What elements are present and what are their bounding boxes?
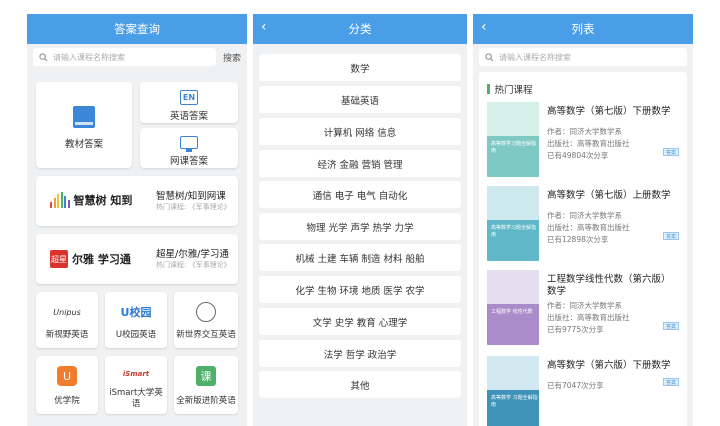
category-header: ‹ 分类 xyxy=(253,14,467,44)
app-tile[interactable]: U 优学院 xyxy=(36,356,98,414)
course-author: 作者：同济大学数学系 xyxy=(547,211,622,220)
seal-icon xyxy=(196,302,216,322)
category-item[interactable]: 其他 xyxy=(259,371,461,398)
course-title: 高等数学（第七版）上册数学 xyxy=(547,190,671,201)
category-item[interactable]: 化学 生物 环境 地质 医学 农学 xyxy=(259,276,461,303)
course-item[interactable]: 高等数学习题全解指南 高等数学（第七版）下册数学 作者：同济大学数学系 出版社：… xyxy=(487,102,683,180)
course-title: 高等数学（第六版）下册数学 xyxy=(547,360,671,371)
category-item[interactable]: 物理 光学 声学 热学 力学 xyxy=(259,213,461,240)
section-marker xyxy=(487,84,490,94)
book-icon xyxy=(73,106,95,128)
app-label: 全新版进阶英语 xyxy=(176,396,236,406)
hot-courses-card: 热门课程 高等数学习题全解指南 高等数学（第七版）下册数学 作者：同济大学数学系… xyxy=(479,72,687,426)
unipus-icon: Unipus xyxy=(53,308,81,317)
app-label: iSmart大学英语 xyxy=(109,388,163,409)
search-placeholder: 请输入课程名称搜索 xyxy=(53,52,125,62)
course-shares: 已有7047次分享 xyxy=(547,381,604,390)
book-cover: 高等数学习题全解指南 xyxy=(487,102,539,177)
course-author: 作者：同济大学数学系 xyxy=(547,127,622,136)
ke-icon: 课 xyxy=(196,366,216,386)
search-button[interactable]: 搜索 xyxy=(223,51,241,64)
zhihuishu-logo: 智慧树 知到 xyxy=(50,192,132,208)
app-label: 新世界交互英语 xyxy=(176,330,236,340)
course-item[interactable]: 高等数学习题全解指南 高等数学（第七版）上册数学 作者：同济大学数学系 出版社：… xyxy=(487,186,683,264)
textbook-answer-tile[interactable]: 教材答案 xyxy=(36,82,132,168)
course-shares: 已有49804次分享 xyxy=(547,151,609,160)
category-item[interactable]: 经济 金融 营销 管理 xyxy=(259,150,461,177)
search-input[interactable]: 请输入课程名称搜索 xyxy=(33,48,216,66)
answer-query-panel: 答案查询 请输入课程名称搜索 搜索 教材答案 EN 英语答案 网课答案 智慧树 … xyxy=(27,14,247,426)
course-title: 高等数学（第七版）下册数学 xyxy=(547,106,671,117)
app-tile[interactable]: iSmart iSmart大学英语 xyxy=(105,356,167,414)
category-item[interactable]: 文学 史学 教育 心理学 xyxy=(259,308,461,335)
course-publisher: 出版社：高等教育出版社 xyxy=(547,223,630,232)
u-campus-icon: U校园 xyxy=(120,306,152,319)
category-item[interactable]: 数学 xyxy=(259,54,461,81)
chaoxing-title: 超星/尔雅/学习通 xyxy=(156,249,229,260)
app-tile[interactable]: U校园 U校园英语 xyxy=(105,292,167,348)
course-publisher: 出版社：高等教育出版社 xyxy=(547,139,630,148)
chaoxing-subtitle: 热门课程: 《军事理论》 xyxy=(156,261,231,269)
chaoxing-tile[interactable]: 超星 尔雅 学习通 超星/尔雅/学习通 热门课程: 《军事理论》 xyxy=(36,234,238,284)
zhihuishu-title: 智慧树/知到网课 xyxy=(156,191,226,202)
search-icon xyxy=(485,52,494,62)
book-cover: 高等数学习题全解指南 xyxy=(487,186,539,261)
search-input[interactable]: 请输入课程名称搜索 xyxy=(479,48,687,66)
category-item[interactable]: 法学 哲学 政治学 xyxy=(259,340,461,367)
chaoxing-icon: 超星 xyxy=(50,250,68,268)
app-tile[interactable]: 新世界交互英语 xyxy=(174,292,238,348)
ismart-icon: iSmart xyxy=(122,370,150,378)
textbook-answer-label: 教材答案 xyxy=(64,139,103,150)
book-cover: 工程数学 线性代数 xyxy=(487,270,539,345)
course-item[interactable]: 高等数学 习题全解指南 高等数学（第六版）下册数学 已有7047次分享 答案 xyxy=(487,356,683,426)
course-author: 作者：同济大学数学系 xyxy=(547,301,622,310)
list-header: ‹ 列表 xyxy=(473,14,693,44)
category-panel: ‹ 分类 数学 基础英语 计算机 网络 信息 经济 金融 营销 管理 通信 电子… xyxy=(253,14,467,426)
answer-tag[interactable]: 答案 xyxy=(663,322,679,330)
app-label: U校园英语 xyxy=(115,330,157,340)
zhihuishu-tile[interactable]: 智慧树 知到 智慧树/知到网课 热门课程: 《军事理论》 xyxy=(36,176,238,226)
panel-title: 分类 xyxy=(348,22,372,36)
app-label: 优学院 xyxy=(54,396,80,406)
panel-title: 列表 xyxy=(571,22,595,36)
online-course-answer-label: 网课答案 xyxy=(169,156,208,167)
list-panel: ‹ 列表 请输入课程名称搜索 热门课程 高等数学习题全解指南 高等数学（第七版）… xyxy=(473,14,693,426)
course-title: 工程数学线性代数（第六版）数学 xyxy=(547,274,671,297)
category-item[interactable]: 计算机 网络 信息 xyxy=(259,118,461,145)
book-cover: 高等数学 习题全解指南 xyxy=(487,356,539,426)
back-icon[interactable]: ‹ xyxy=(261,19,267,35)
back-icon[interactable]: ‹ xyxy=(481,19,487,35)
answer-tag[interactable]: 答案 xyxy=(663,378,679,386)
category-item[interactable]: 机械 土建 车辆 制造 材料 船舶 xyxy=(259,244,461,271)
section-title: 热门课程 xyxy=(487,82,533,96)
answer-tag[interactable]: 答案 xyxy=(663,148,679,156)
monitor-icon xyxy=(180,136,198,152)
youxue-icon: U xyxy=(57,366,77,386)
english-answer-tile[interactable]: EN 英语答案 xyxy=(140,82,238,123)
search-bar: 请输入课程名称搜索 xyxy=(473,44,693,70)
category-item[interactable]: 基础英语 xyxy=(259,86,461,113)
english-answer-label: 英语答案 xyxy=(169,111,208,122)
course-publisher: 出版社：高等教育出版社 xyxy=(547,313,630,322)
search-icon xyxy=(39,52,48,62)
search-bar: 请输入课程名称搜索 搜索 xyxy=(27,44,247,70)
category-item[interactable]: 通信 电子 电气 自动化 xyxy=(259,181,461,208)
online-course-answer-tile[interactable]: 网课答案 xyxy=(140,128,238,168)
course-item[interactable]: 工程数学 线性代数 工程数学线性代数（第六版）数学 作者：同济大学数学系 出版社… xyxy=(487,270,683,348)
answer-tag[interactable]: 答案 xyxy=(663,232,679,240)
answer-query-header: 答案查询 xyxy=(27,14,247,44)
en-icon: EN xyxy=(180,90,198,105)
zhihuishu-subtitle: 热门课程: 《军事理论》 xyxy=(156,203,231,211)
search-placeholder: 请输入课程名称搜索 xyxy=(499,52,571,62)
chaoxing-logo: 超星 尔雅 学习通 xyxy=(50,250,131,268)
panel-title: 答案查询 xyxy=(114,22,160,36)
course-shares: 已有12898次分享 xyxy=(547,235,609,244)
bar-logo-icon xyxy=(50,192,70,208)
app-tile[interactable]: 课 全新版进阶英语 xyxy=(174,356,238,414)
course-shares: 已有9775次分享 xyxy=(547,325,604,334)
app-label: 新视野英语 xyxy=(45,330,89,340)
app-tile[interactable]: Unipus 新视野英语 xyxy=(36,292,98,348)
